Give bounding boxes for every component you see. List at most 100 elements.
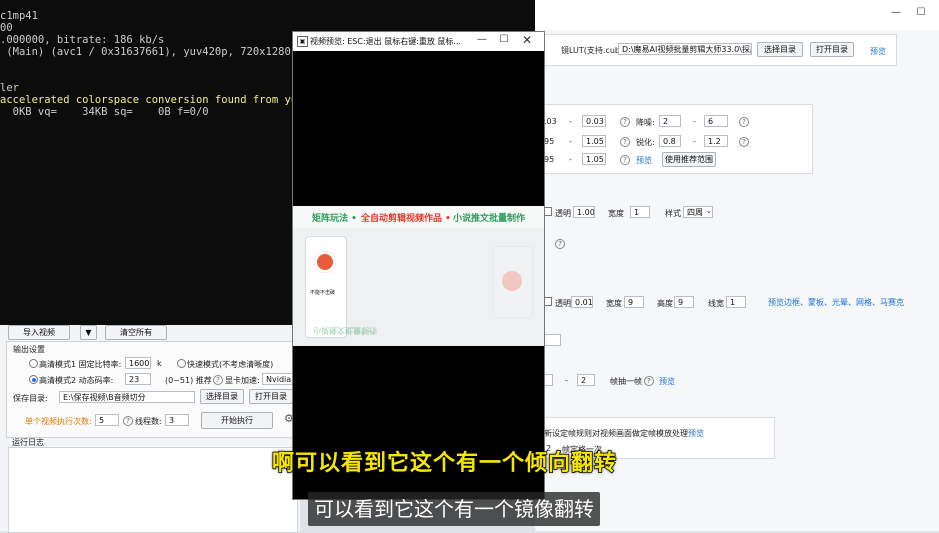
app-icon: ▣ xyxy=(297,36,308,47)
frame-interval-input[interactable]: 2 xyxy=(577,374,595,386)
row2-max-input[interactable]: 1.05 xyxy=(582,135,606,147)
terminal-line: (Main) (avc1 / 0x31637661), yuv420p, 720… xyxy=(0,46,317,58)
terminal-line: .000000, bitrate: 186 kb/s xyxy=(0,34,165,46)
sharpen-label: 锐化: xyxy=(636,138,655,147)
help-icon[interactable]: ? xyxy=(213,375,223,385)
lut-open-dir-button[interactable]: 打开目录 xyxy=(810,42,854,57)
lut-select-dir-button[interactable]: 选择目录 xyxy=(757,42,803,57)
denoise-label: 降噪: xyxy=(636,118,655,127)
help-icon[interactable]: ? xyxy=(555,239,565,249)
terminal-line: 00 xyxy=(0,22,13,34)
lut-panel: 镜LUT(支持.cube) D:\魔易AI视频批量剪辑大师33.0\探店剧 选择… xyxy=(543,34,897,66)
freeze-preview-link[interactable]: 预览 xyxy=(688,428,704,439)
grid-transparency-input[interactable]: 0.01 xyxy=(571,296,593,308)
left-card: 不能不击破 xyxy=(305,236,347,338)
exec-count-label: 单个视频执行次数: xyxy=(25,417,92,426)
main-titlebar: — ☐ xyxy=(535,0,939,30)
mode1-label: 高清模式1 固定比特率: xyxy=(39,360,122,369)
help-icon[interactable]: ? xyxy=(123,416,133,426)
chevron-down-icon[interactable]: ⌄ xyxy=(706,207,712,215)
row1-max-input[interactable]: 0.03 xyxy=(582,115,606,127)
mode1-radio[interactable] xyxy=(29,359,38,368)
run-log-area[interactable] xyxy=(8,447,298,533)
grid-width-input[interactable]: 9 xyxy=(624,296,644,308)
crf-range-label: (0~51) 推荐 xyxy=(165,376,212,385)
exec-count-input[interactable]: 5 xyxy=(95,414,119,426)
subtitle-line-1: 啊可以看到它这个有一个倾向翻转 xyxy=(271,450,618,477)
frame-extract-label: 帧抽一帧 xyxy=(610,377,642,386)
mirrored-banner-text: 小说推文批量制作 xyxy=(313,326,377,335)
help-icon[interactable]: ? xyxy=(620,117,630,127)
close-icon[interactable]: ✕ xyxy=(518,33,536,47)
maximize-icon[interactable]: ☐ xyxy=(912,7,930,18)
save-dir-input[interactable]: E:\保存视频\B音频切分 xyxy=(59,391,195,403)
transparency-label: 透明 xyxy=(555,209,571,218)
terminal-line: ler xyxy=(0,82,19,94)
crf-input[interactable]: 23 xyxy=(125,373,151,385)
use-recommended-range-button[interactable]: 使用推荐范围 xyxy=(662,152,716,167)
gpu-select[interactable]: Nvidia显 xyxy=(262,373,296,385)
grid-linewidth-input[interactable]: 1 xyxy=(726,296,746,308)
banner-text-3: 小说推文批量制作 xyxy=(453,214,526,224)
banner: 矩阵玩法 • 全自动剪辑视频作品 • 小说推文批量制作 xyxy=(293,206,544,228)
help-icon[interactable]: ? xyxy=(739,137,749,147)
mode2-radio[interactable] xyxy=(29,375,38,384)
grid-height-input[interactable]: 9 xyxy=(674,296,694,308)
gpu-label: 显卡加速: xyxy=(225,376,260,385)
import-video-button[interactable]: 导入视频 xyxy=(8,325,70,340)
threads-label: 线程数: xyxy=(135,417,162,426)
fast-mode-radio[interactable] xyxy=(177,359,186,368)
save-open-dir-button[interactable]: 打开目录 xyxy=(249,389,293,404)
preview-title: 视频预览: ESC:退出 鼠标右键:重放 鼠标... xyxy=(310,37,462,46)
right-card xyxy=(493,246,533,318)
mode2-label: 高清模式2 动态码率: xyxy=(39,376,114,385)
banner-text-2: 全自动剪辑视频作品 • xyxy=(361,214,451,224)
help-icon[interactable]: ? xyxy=(620,155,630,165)
preview-titlebar: ▣ 视频预览: ESC:退出 鼠标右键:重放 鼠标... — ☐ ✕ xyxy=(293,32,544,51)
denoise-max-input[interactable]: 6 xyxy=(704,115,728,127)
maximize-icon[interactable]: ☐ xyxy=(495,34,513,45)
row3-max-input[interactable]: 1.05 xyxy=(582,153,606,165)
row3-min-value[interactable]: 95 xyxy=(544,155,554,164)
border-transparency-input[interactable]: 1.00 xyxy=(573,206,595,218)
minimize-icon[interactable]: — xyxy=(473,34,491,45)
linewidth-label: 线宽 xyxy=(708,299,724,308)
help-icon[interactable]: ? xyxy=(739,117,749,127)
row2-min-value[interactable]: 95 xyxy=(544,137,554,146)
row3-preview-link[interactable]: 预览 xyxy=(636,155,652,166)
start-button[interactable]: 开始执行 xyxy=(201,412,273,429)
help-icon[interactable]: ? xyxy=(620,137,630,147)
minimize-icon[interactable]: — xyxy=(887,7,905,18)
style-label: 样式 xyxy=(665,209,681,218)
denoise-min-input[interactable]: 2 xyxy=(659,115,681,127)
target-icon xyxy=(314,251,336,273)
sharpen-max-input[interactable]: 1.2 xyxy=(704,135,728,147)
lut-preview-link[interactable]: 预览 xyxy=(870,46,886,57)
video-preview-window: ▣ 视频预览: ESC:退出 鼠标右键:重放 鼠标... — ☐ ✕ 矩阵玩法 … xyxy=(292,31,545,500)
sharpen-min-input[interactable]: 0.8 xyxy=(659,135,681,147)
subtitle-line-2: 可以看到它这个有一个镜像翻转 xyxy=(308,492,600,526)
dropdown-button[interactable]: ▼ xyxy=(80,325,97,340)
freeze-rule-label: 新设定帧规则对视频画面做定帧模放处理 xyxy=(544,429,688,438)
help-icon[interactable]: ? xyxy=(644,376,654,386)
lut-path-input[interactable]: D:\魔易AI视频批量剪辑大师33.0\探店剧 xyxy=(618,43,752,55)
target-icon-faded xyxy=(502,271,522,291)
blank-input[interactable] xyxy=(543,334,561,346)
save-select-dir-button[interactable]: 选择目录 xyxy=(200,389,244,404)
terminal-status-line: 0KB vq= 34KB sq= 0B f=0/0 xyxy=(0,106,209,118)
height-label: 高度 xyxy=(657,299,673,308)
clear-all-button[interactable]: 清空所有 xyxy=(105,325,167,340)
video-frame: 矩阵玩法 • 全自动剪辑视频作品 • 小说推文批量制作 不能不击破 小说推文批量… xyxy=(293,206,544,346)
mirrored-banner: 小说推文批量制作 xyxy=(313,324,543,336)
banner-text-1: 矩阵玩法 • xyxy=(312,214,357,224)
fast-mode-label: 快速模式(不考虑清晰度) xyxy=(187,360,274,369)
bitrate-input[interactable]: 1600 xyxy=(125,357,151,369)
adjust-panel: .03 - 0.03 ? 降噪: 2 - 6 ? 95 - 1.05 ? 锐化:… xyxy=(543,104,813,174)
preview-effects-links[interactable]: 预览边框、蒙板、光晕、网格、马赛克 xyxy=(768,297,904,308)
card-text: 不能不击破 xyxy=(310,290,336,296)
row1-min-value[interactable]: .03 xyxy=(544,117,557,126)
output-settings-panel: 输出设置 高清模式1 固定比特率: 1600 k 快速模式(不考虑清晰度) 高清… xyxy=(6,341,298,438)
frame-preview-link[interactable]: 预览 xyxy=(659,376,675,387)
threads-input[interactable]: 3 xyxy=(165,414,189,426)
border-width-input[interactable]: 1 xyxy=(630,206,650,218)
